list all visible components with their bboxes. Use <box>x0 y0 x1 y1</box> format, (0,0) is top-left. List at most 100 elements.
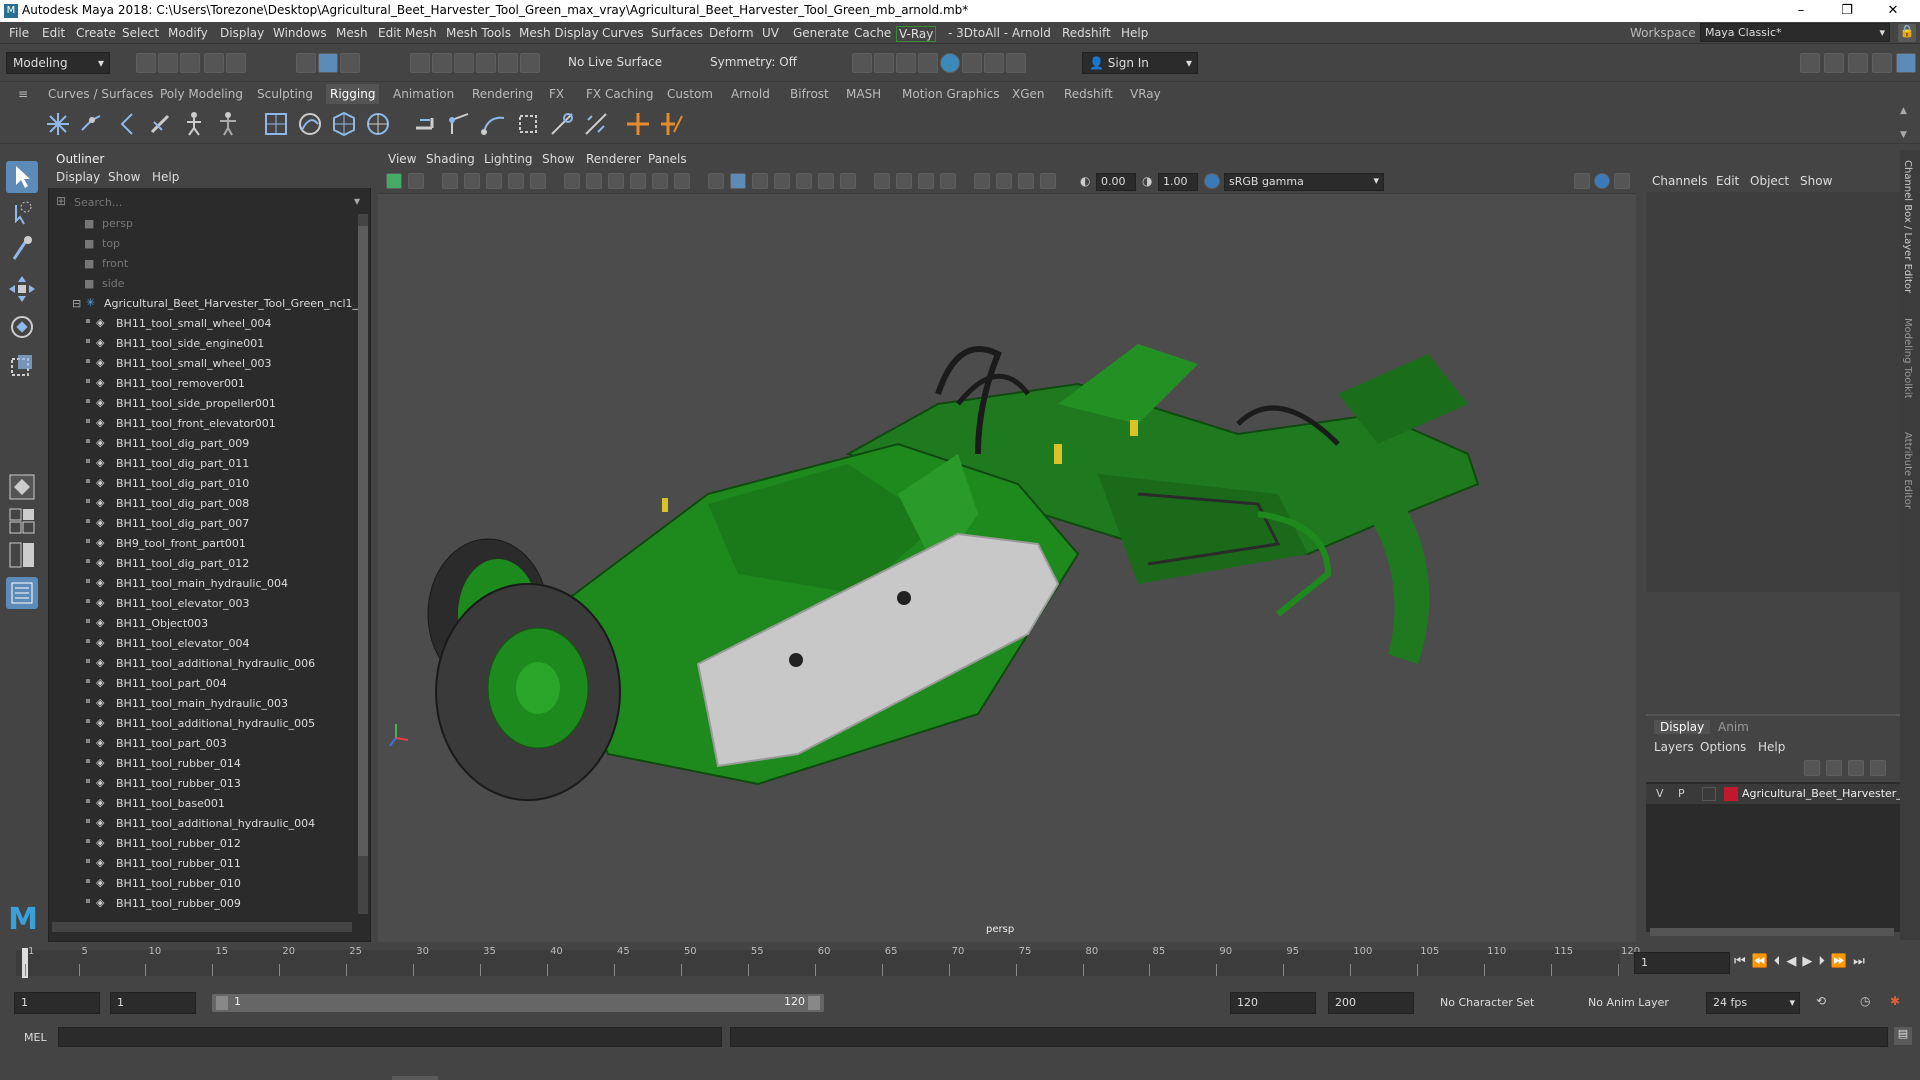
layer-tab-anim[interactable]: Anim <box>1718 720 1749 734</box>
anim-layer-dropdown[interactable]: No Anim Layer <box>1588 996 1669 1009</box>
render-region-icon[interactable] <box>962 53 982 73</box>
outliner-item-row[interactable]: ◈ BH11_tool_dig_part_007 <box>52 514 352 534</box>
scene-start-field[interactable]: 1 <box>14 992 100 1014</box>
outliner-item-row[interactable]: ◈ BH11_tool_part_003 <box>52 734 352 754</box>
shelf-tab-arnold[interactable]: Arnold <box>731 87 770 101</box>
bind-skin-icon[interactable] <box>262 110 290 138</box>
outliner-item-row[interactable]: ◈ BH11_tool_rubber_013 <box>52 774 352 794</box>
select-component-icon[interactable] <box>340 53 360 73</box>
viewport-menu-show[interactable]: Show <box>542 152 574 166</box>
gamma-field[interactable]: 1.00 <box>1158 173 1198 191</box>
modeling-toolkit-icon[interactable] <box>1800 53 1820 73</box>
resize-handle[interactable] <box>392 1076 438 1080</box>
outliner-item-row[interactable]: ◈ BH11_tool_rubber_012 <box>52 834 352 854</box>
step-forward-icon[interactable]: ⏩ <box>1831 954 1853 969</box>
play-forward-icon[interactable]: ▶ <box>1802 954 1818 969</box>
menu-file[interactable]: File <box>9 26 29 40</box>
wireframe-on-shaded-icon[interactable] <box>774 173 790 189</box>
lock-camera-icon[interactable] <box>408 173 424 189</box>
smooth-shade-icon[interactable] <box>730 173 746 189</box>
ik-handle-icon[interactable] <box>446 110 474 138</box>
channel-box-icon[interactable] <box>1896 53 1916 73</box>
wrap-icon[interactable] <box>364 110 392 138</box>
select-hierarchy-icon[interactable] <box>296 53 316 73</box>
field-chart-icon[interactable] <box>652 173 668 189</box>
layer-tab-display[interactable]: Display <box>1654 720 1711 734</box>
side-tab-attribute-editor[interactable]: Attribute Editor <box>1902 432 1913 532</box>
maximize-panel-icon[interactable] <box>1614 173 1630 189</box>
viewport-menu-panels[interactable]: Panels <box>648 152 687 166</box>
expand-dot-icon[interactable] <box>86 479 90 483</box>
shadows-icon[interactable] <box>840 173 856 189</box>
new-layer-selected-icon[interactable] <box>1870 760 1886 776</box>
expand-dot-icon[interactable] <box>86 759 90 763</box>
expand-dot-icon[interactable] <box>86 779 90 783</box>
menu-display[interactable]: Display <box>220 26 264 40</box>
outliner-layout-icon[interactable] <box>6 577 38 609</box>
gate-mask-icon[interactable] <box>630 173 646 189</box>
camera-attributes-icon[interactable] <box>442 173 458 189</box>
expand-dot-icon[interactable] <box>86 519 90 523</box>
expand-dot-icon[interactable] <box>86 719 90 723</box>
channel-menu-show[interactable]: Show <box>1800 174 1832 188</box>
expand-dot-icon[interactable] <box>86 459 90 463</box>
shelf-tab-motion-graphics[interactable]: Motion Graphics <box>902 87 1000 101</box>
xray-joints-icon[interactable] <box>1018 173 1034 189</box>
expand-dot-icon[interactable] <box>86 599 90 603</box>
shelf-tab-custom[interactable]: Custom <box>667 87 713 101</box>
menu-mesh-tools[interactable]: Mesh Tools <box>446 26 511 40</box>
expand-dot-icon[interactable] <box>86 699 90 703</box>
channel-menu-object[interactable]: Object <box>1750 174 1789 188</box>
bookmark-icon[interactable] <box>464 173 480 189</box>
menu-modify[interactable]: Modify <box>168 26 208 40</box>
outliner-item-row[interactable]: ◈ BH11_tool_rubber_009 <box>52 894 352 914</box>
layer-color-swatch[interactable] <box>1724 787 1738 801</box>
outliner-item-row[interactable]: ◈ BH11_tool_rubber_014 <box>52 754 352 774</box>
outliner-camera-row[interactable]: ■ top <box>52 234 352 254</box>
side-tab-modeling-toolkit[interactable]: Modeling Toolkit <box>1902 318 1913 418</box>
lasso-tool-icon[interactable] <box>6 197 38 229</box>
expand-dot-icon[interactable] <box>86 559 90 563</box>
viewport-menu-renderer[interactable]: Renderer <box>586 152 641 166</box>
locator-icon[interactable] <box>624 110 652 138</box>
layer-playback-toggle[interactable]: P <box>1678 787 1685 800</box>
expand-dot-icon[interactable] <box>86 739 90 743</box>
color-management-icon[interactable] <box>1204 173 1220 189</box>
pause-icon[interactable] <box>1006 53 1026 73</box>
select-tool-icon[interactable] <box>6 161 38 193</box>
wireframe-icon[interactable] <box>708 173 724 189</box>
step-forward-key-icon[interactable]: ⏵ <box>1818 954 1831 969</box>
screen-space-ao-icon[interactable] <box>874 173 890 189</box>
constraint-icon[interactable] <box>548 110 576 138</box>
snap-grid-icon[interactable] <box>410 53 430 73</box>
grease-pencil-icon[interactable] <box>530 173 546 189</box>
select-object-icon[interactable] <box>318 53 338 73</box>
outliner-item-row[interactable]: ◈ BH11_tool_side_engine001 <box>52 334 352 354</box>
xray-components-icon[interactable] <box>1040 173 1056 189</box>
2d-pan-zoom-icon[interactable] <box>508 173 524 189</box>
outliner-camera-row[interactable]: ■ persp <box>52 214 352 234</box>
outliner-item-row[interactable]: ◈ BH11_tool_additional_hydraulic_006 <box>52 654 352 674</box>
shelf-tab-curves-surfaces[interactable]: Curves / Surfaces <box>48 87 153 101</box>
menu-cache[interactable]: Cache <box>854 26 891 40</box>
shelf-tab-poly-modeling[interactable]: Poly Modeling <box>160 87 243 101</box>
layer-horizontal-scrollbar[interactable] <box>1650 928 1894 936</box>
outliner-item-row[interactable]: ◈ BH11_tool_part_004 <box>52 674 352 694</box>
expand-dot-icon[interactable] <box>86 539 90 543</box>
script-language-label[interactable]: MEL <box>24 1031 47 1044</box>
outliner-item-row[interactable]: ◈ BH11_tool_dig_part_008 <box>52 494 352 514</box>
menu-deform[interactable]: Deform <box>709 26 754 40</box>
exposure-field[interactable]: 0.00 <box>1096 173 1136 191</box>
expand-dot-icon[interactable] <box>86 339 90 343</box>
go-to-end-icon[interactable]: ⏭ <box>1853 954 1871 969</box>
character-set-dropdown[interactable]: No Character Set <box>1440 996 1534 1009</box>
expand-dot-icon[interactable] <box>86 319 90 323</box>
new-scene-icon[interactable] <box>136 53 156 73</box>
expand-dot-icon[interactable] <box>86 419 90 423</box>
select-camera-icon[interactable] <box>386 173 402 189</box>
hypershade-icon[interactable] <box>940 53 960 73</box>
outliner-item-row[interactable]: ◈ BH11_tool_remover001 <box>52 374 352 394</box>
menu-vray[interactable]: V-Ray <box>896 26 937 42</box>
loop-icon[interactable]: ⟲ <box>1816 994 1826 1008</box>
menu-create[interactable]: Create <box>76 26 116 40</box>
